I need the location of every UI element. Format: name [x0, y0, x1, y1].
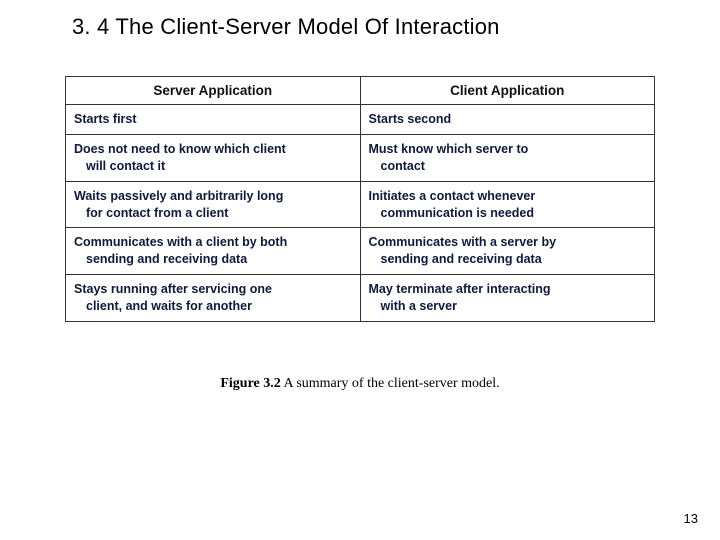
cell-client: May terminate after interacting with a s…: [360, 275, 655, 322]
table-row: Does not need to know which client will …: [66, 134, 655, 181]
cell-line1: Initiates a contact whenever: [369, 189, 536, 203]
cell-line2: communication is needed: [369, 205, 647, 222]
cell-line1: Communicates with a client by both: [74, 235, 287, 249]
cell-line1: Does not need to know which client: [74, 142, 286, 156]
cell-line2: with a server: [369, 298, 647, 315]
table-row: Communicates with a client by both sendi…: [66, 228, 655, 275]
header-server: Server Application: [66, 77, 361, 105]
cell-line1: Communicates with a server by: [369, 235, 557, 249]
header-client: Client Application: [360, 77, 655, 105]
table-row: Starts first Starts second: [66, 105, 655, 135]
cell-client: Initiates a contact whenever communicati…: [360, 181, 655, 228]
cell-line2: sending and receiving data: [369, 251, 647, 268]
table-header-row: Server Application Client Application: [66, 77, 655, 105]
cell-server: Starts first: [66, 105, 361, 135]
cell-line2: for contact from a client: [74, 205, 352, 222]
cell-client: Communicates with a server by sending an…: [360, 228, 655, 275]
page-number: 13: [684, 511, 698, 526]
cell-client: Starts second: [360, 105, 655, 135]
cell-line1: Must know which server to: [369, 142, 529, 156]
cell-line2: contact: [369, 158, 647, 175]
cell-line1: Waits passively and arbitrarily long: [74, 189, 283, 203]
cell-server: Communicates with a client by both sendi…: [66, 228, 361, 275]
figure-label: Figure 3.2: [220, 376, 280, 391]
cell-server: Stays running after servicing one client…: [66, 275, 361, 322]
cell-server: Waits passively and arbitrarily long for…: [66, 181, 361, 228]
section-heading: 3. 4 The Client-Server Model Of Interact…: [0, 0, 720, 40]
slide: 3. 4 The Client-Server Model Of Interact…: [0, 0, 720, 540]
cell-line2: will contact it: [74, 158, 352, 175]
cell-line1: Stays running after servicing one: [74, 282, 272, 296]
table-row: Stays running after servicing one client…: [66, 275, 655, 322]
comparison-table-wrap: Server Application Client Application St…: [65, 76, 655, 322]
cell-line2: client, and waits for another: [74, 298, 352, 315]
cell-server: Does not need to know which client will …: [66, 134, 361, 181]
cell-line2: sending and receiving data: [74, 251, 352, 268]
cell-line1: Starts second: [369, 112, 452, 126]
cell-line1: May terminate after interacting: [369, 282, 551, 296]
figure-caption: Figure 3.2 A summary of the client-serve…: [0, 376, 720, 392]
figure-text: A summary of the client-server model.: [281, 376, 500, 391]
cell-client: Must know which server to contact: [360, 134, 655, 181]
cell-line1: Starts first: [74, 112, 137, 126]
table-row: Waits passively and arbitrarily long for…: [66, 181, 655, 228]
comparison-table: Server Application Client Application St…: [65, 76, 655, 322]
